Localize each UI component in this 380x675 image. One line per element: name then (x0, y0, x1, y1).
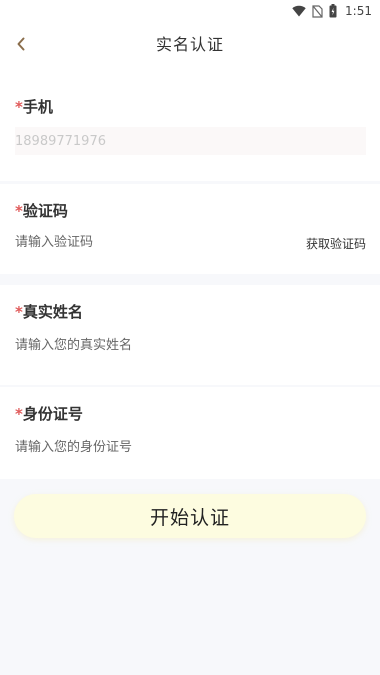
no-sim-icon (312, 4, 323, 18)
id-label-text: 身份证号 (22, 405, 83, 423)
wifi-icon (292, 5, 306, 17)
name-section: *真实姓名 (0, 285, 380, 385)
id-section: *身份证号 (0, 387, 380, 479)
battery-icon (329, 4, 337, 18)
nav-bar: 实名认证 (0, 22, 380, 70)
name-input[interactable] (15, 335, 315, 355)
name-label-text: 真实姓名 (22, 303, 83, 321)
back-button[interactable] (8, 32, 34, 58)
status-bar: 1:51 (0, 0, 380, 22)
required-mark: * (15, 405, 23, 423)
code-input[interactable] (15, 232, 255, 252)
required-mark: * (15, 98, 23, 116)
id-number-input[interactable] (15, 437, 315, 457)
start-verification-button[interactable]: 开始认证 (14, 494, 366, 538)
code-label: *验证码 (15, 200, 68, 221)
required-mark: * (15, 202, 23, 220)
phone-label-text: 手机 (22, 98, 53, 116)
phone-label: *手机 (15, 96, 53, 117)
phone-section: *手机 (0, 70, 380, 181)
page-title: 实名认证 (155, 35, 224, 54)
code-section: *验证码 获取验证码 (0, 184, 380, 274)
status-time: 1:51 (345, 4, 372, 18)
status-icons: 1:51 (292, 3, 372, 19)
chevron-left-icon (16, 36, 26, 55)
id-label: *身份证号 (15, 403, 83, 424)
phone-field-box (15, 127, 366, 155)
required-mark: * (15, 303, 23, 321)
name-label: *真实姓名 (15, 301, 83, 322)
phone-field[interactable] (15, 127, 315, 155)
get-code-button[interactable]: 获取验证码 (306, 235, 366, 252)
code-label-text: 验证码 (22, 202, 68, 220)
